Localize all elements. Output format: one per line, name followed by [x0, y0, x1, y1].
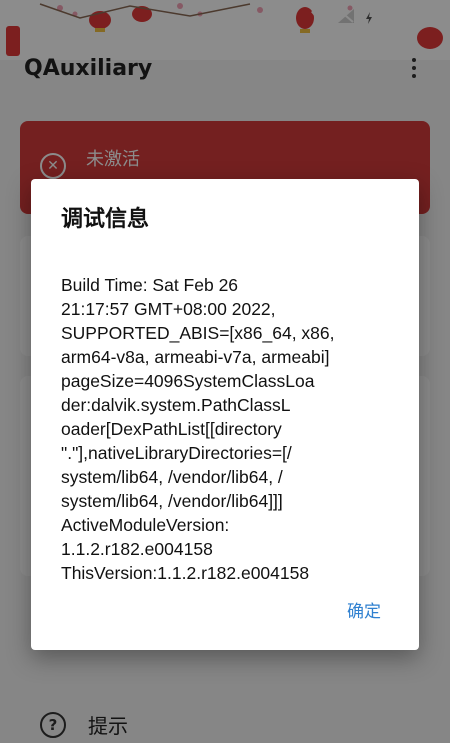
- ok-button[interactable]: 确定: [345, 591, 383, 628]
- dialog-message-line: "."],nativeLibraryDirectories=[/: [61, 443, 292, 463]
- dialog-message-line: 1.1.2.r182.e004158: [61, 539, 213, 559]
- dialog-message-line: ActiveModuleVersion:: [61, 515, 230, 535]
- dialog-message-line: Build Time: Sat Feb 26: [61, 275, 239, 295]
- dialog-message-line: 21:17:57 GMT+08:00 2022,: [61, 299, 276, 319]
- dialog-message-line: ThisVersion:1.1.2.r182.e004158: [61, 563, 310, 583]
- dialog-title: 调试信息: [61, 207, 150, 232]
- dialog-message-line: oader[DexPathList[[directory: [61, 419, 282, 439]
- dialog-message-line: arm64-v8a, armeabi-v7a, armeabi]: [61, 347, 330, 367]
- dialog-message-line: system/lib64, /vendor/lib64, /: [61, 467, 283, 487]
- dialog-message: Build Time: Sat Feb 26 21:17:57 GMT+08:00…: [61, 273, 361, 585]
- dialog-message-line: der:dalvik.system.PathClassL: [61, 395, 291, 415]
- dialog-message-line: pageSize=4096SystemClassLoa: [61, 371, 315, 391]
- dialog-message-line: SUPPORTED_ABIS=[x86_64, x86,: [61, 323, 335, 343]
- dialog-message-line: system/lib64, /vendor/lib64]]]: [61, 491, 283, 511]
- dialog-actions: 确定: [345, 591, 383, 628]
- debug-info-dialog: 调试信息 Build Time: Sat Feb 26 21:17:57 GMT+…: [31, 179, 419, 650]
